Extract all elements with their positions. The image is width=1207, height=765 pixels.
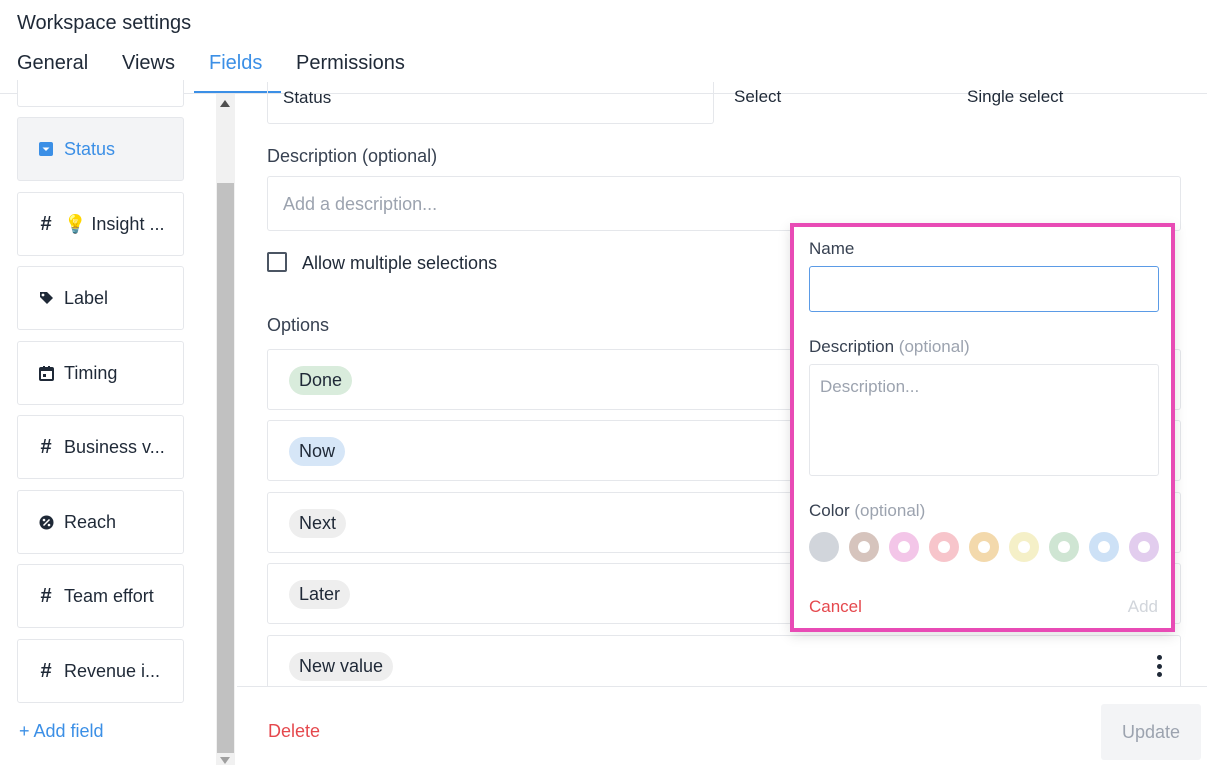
- more-options-icon[interactable]: [1157, 655, 1163, 677]
- color-label-text: Color: [809, 501, 850, 520]
- sidebar-item-label: Label: [64, 287, 109, 308]
- option-chip: Next: [289, 509, 347, 538]
- color-swatch-blue[interactable]: [1089, 532, 1119, 562]
- hash-icon: #: [40, 584, 52, 607]
- add-field-button[interactable]: + Add field: [19, 721, 104, 742]
- update-button[interactable]: Update: [1101, 704, 1201, 760]
- color-swatch-red[interactable]: [929, 532, 959, 562]
- description-label: Description (optional): [267, 146, 438, 166]
- scroll-down-arrow-icon[interactable]: [220, 757, 230, 764]
- color-swatch-purple[interactable]: [1129, 532, 1159, 562]
- delete-button[interactable]: Delete: [268, 721, 320, 742]
- sidebar-item-partial[interactable]: [17, 80, 184, 107]
- scrollbar-thumb[interactable]: [217, 183, 234, 753]
- sidebar-item-label: Reach: [64, 511, 117, 532]
- page-title: Workspace settings: [17, 12, 192, 34]
- optional-hint: (optional): [898, 337, 970, 356]
- name-label: Name: [809, 239, 855, 258]
- sidebar-item-label: Team effort: [64, 585, 154, 606]
- field-name-input[interactable]: Status: [267, 82, 714, 124]
- sidebar-item-reach[interactable]: Reach: [17, 490, 184, 554]
- percent-icon: [38, 514, 54, 530]
- color-swatch-orange[interactable]: [969, 532, 999, 562]
- sidebar-item-business-value[interactable]: # Business v...: [17, 415, 184, 479]
- hash-icon: #: [40, 212, 52, 235]
- sidebar-item-team-effort[interactable]: # Team effort: [17, 564, 184, 628]
- option-chip: Done: [289, 366, 353, 395]
- optional-hint: (optional): [854, 501, 926, 520]
- add-button[interactable]: Add: [1128, 597, 1158, 617]
- scroll-up-arrow-icon[interactable]: [220, 100, 230, 107]
- cancel-button[interactable]: Cancel: [809, 597, 862, 617]
- color-label: Color (optional): [809, 501, 925, 521]
- allow-multiple-label: Allow multiple selections: [302, 253, 498, 273]
- sidebar-item-label: 💡 Insight ...: [64, 213, 165, 234]
- option-chip: Later: [289, 580, 351, 609]
- sidebar-item-label-field[interactable]: Label: [17, 266, 184, 330]
- color-swatch-green[interactable]: [1049, 532, 1079, 562]
- add-option-popover: Name Description (optional) Description.…: [790, 223, 1175, 632]
- tab-fields[interactable]: Fields: [209, 52, 262, 93]
- calendar-icon: [38, 365, 54, 381]
- sidebar-item-label: Business v...: [64, 436, 165, 457]
- sidebar-item-revenue[interactable]: # Revenue i...: [17, 639, 184, 703]
- option-chip: Now: [289, 437, 346, 466]
- sidebar-item-label: Timing: [64, 362, 118, 383]
- options-label: Options: [267, 315, 330, 335]
- tag-icon: [38, 290, 54, 306]
- color-swatch-pink[interactable]: [889, 532, 919, 562]
- allow-multiple-checkbox[interactable]: [267, 252, 287, 272]
- description-label-text: Description: [809, 337, 895, 356]
- footer-bar: [237, 686, 1207, 765]
- color-swatch-yellow[interactable]: [1009, 532, 1039, 562]
- hash-icon: #: [40, 659, 52, 682]
- option-description-input[interactable]: Description...: [809, 364, 1159, 476]
- sidebar-item-label: Revenue i...: [64, 660, 161, 681]
- field-subtype-value[interactable]: Single select: [967, 87, 1063, 107]
- field-type-value[interactable]: Select: [734, 87, 781, 107]
- description-label: Description (optional): [809, 337, 970, 357]
- sidebar-item-timing[interactable]: Timing: [17, 341, 184, 405]
- dropdown-icon: [38, 141, 54, 157]
- color-swatch-brown[interactable]: [849, 532, 879, 562]
- sidebar-item-insight[interactable]: # 💡 Insight ...: [17, 192, 184, 256]
- option-chip: New value: [289, 652, 394, 681]
- sidebar-item-label: Status: [64, 138, 116, 159]
- sidebar-item-status[interactable]: Status: [17, 117, 184, 181]
- hash-icon: #: [40, 435, 52, 458]
- color-swatches: [809, 532, 1164, 564]
- option-name-input[interactable]: [809, 266, 1159, 312]
- color-swatch-gray[interactable]: [809, 532, 839, 562]
